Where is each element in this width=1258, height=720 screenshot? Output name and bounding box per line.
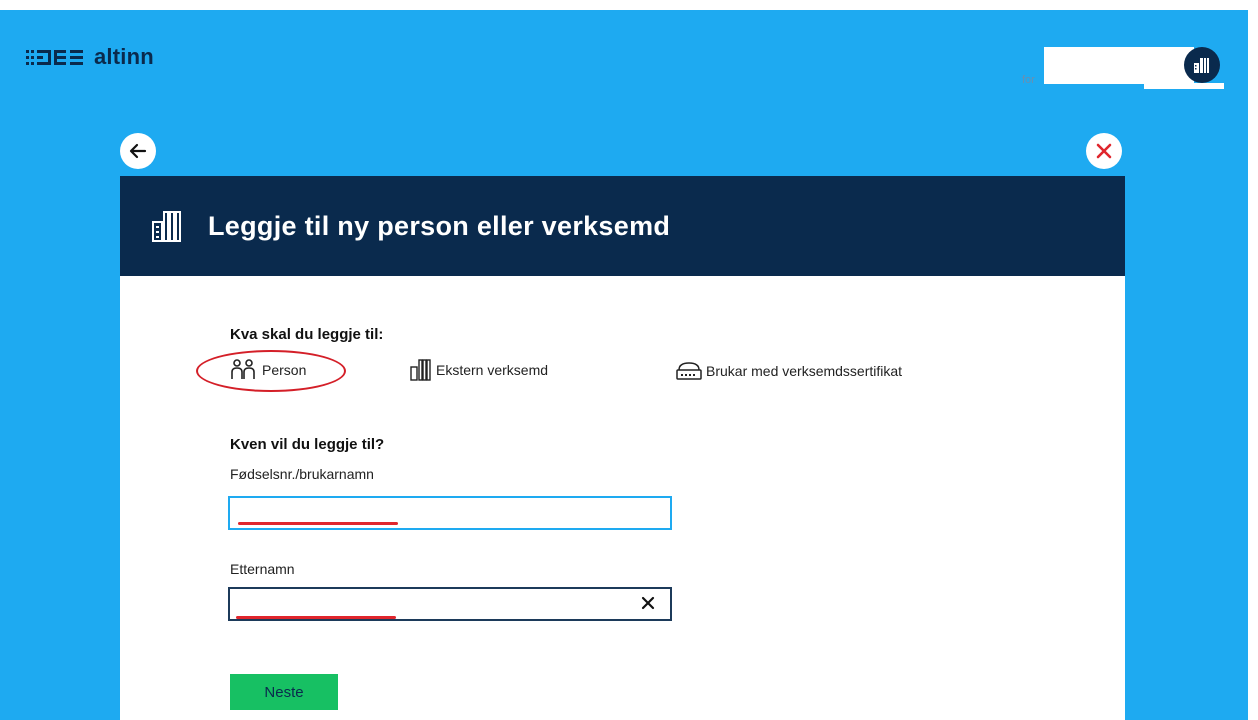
type-question: Kva skal du leggje til: [230, 326, 384, 343]
clear-icon [641, 596, 655, 610]
altinn-logo[interactable]: altinn [26, 44, 154, 70]
logo-text: altinn [94, 44, 154, 69]
ssn-input[interactable] [228, 496, 672, 530]
app-background: altinn for Leggje til ny person eller ve… [0, 10, 1248, 720]
building-icon [152, 211, 181, 242]
type-option-label: Brukar med verksemdssertifikat [706, 363, 903, 379]
arrow-left-icon [129, 143, 147, 159]
lastname-field-label: Etternamn [230, 561, 295, 577]
building-icon [410, 359, 431, 381]
type-option-label: Ekstern verksemd [436, 362, 549, 378]
type-option-label: Person [262, 362, 307, 378]
account-name-redacted[interactable] [1044, 47, 1224, 89]
account-avatar[interactable] [1184, 47, 1220, 83]
back-button[interactable] [120, 133, 156, 169]
redaction-mark [238, 522, 398, 525]
person-icon [231, 359, 255, 379]
dialog-title: Leggje til ny person eller verksemd [208, 210, 671, 241]
close-button[interactable] [1086, 133, 1122, 169]
who-question: Kven vil du leggje til? [230, 436, 385, 453]
type-option-external-company[interactable]: Ekstern verksemd [410, 359, 548, 381]
dialog-header: Leggje til ny person eller verksemd [120, 176, 1125, 276]
certificate-icon [676, 362, 702, 380]
type-option-person[interactable]: Person [230, 359, 306, 381]
clear-input-button[interactable] [640, 595, 656, 616]
ssn-field-label: Fødselsnr./brukarnamn [230, 466, 374, 482]
next-button[interactable]: Neste [230, 674, 338, 710]
lastname-input[interactable] [228, 587, 672, 621]
building-icon [1194, 58, 1209, 73]
account-for-label: for [1022, 74, 1035, 86]
add-person-dialog: Leggje til ny person eller verksemd Kva … [120, 176, 1125, 720]
redaction-mark [236, 616, 396, 619]
type-option-certificate-user[interactable]: Brukar med verksemdssertifikat [676, 361, 902, 381]
close-icon [1096, 143, 1112, 159]
altinn-logo-icon [26, 50, 83, 65]
